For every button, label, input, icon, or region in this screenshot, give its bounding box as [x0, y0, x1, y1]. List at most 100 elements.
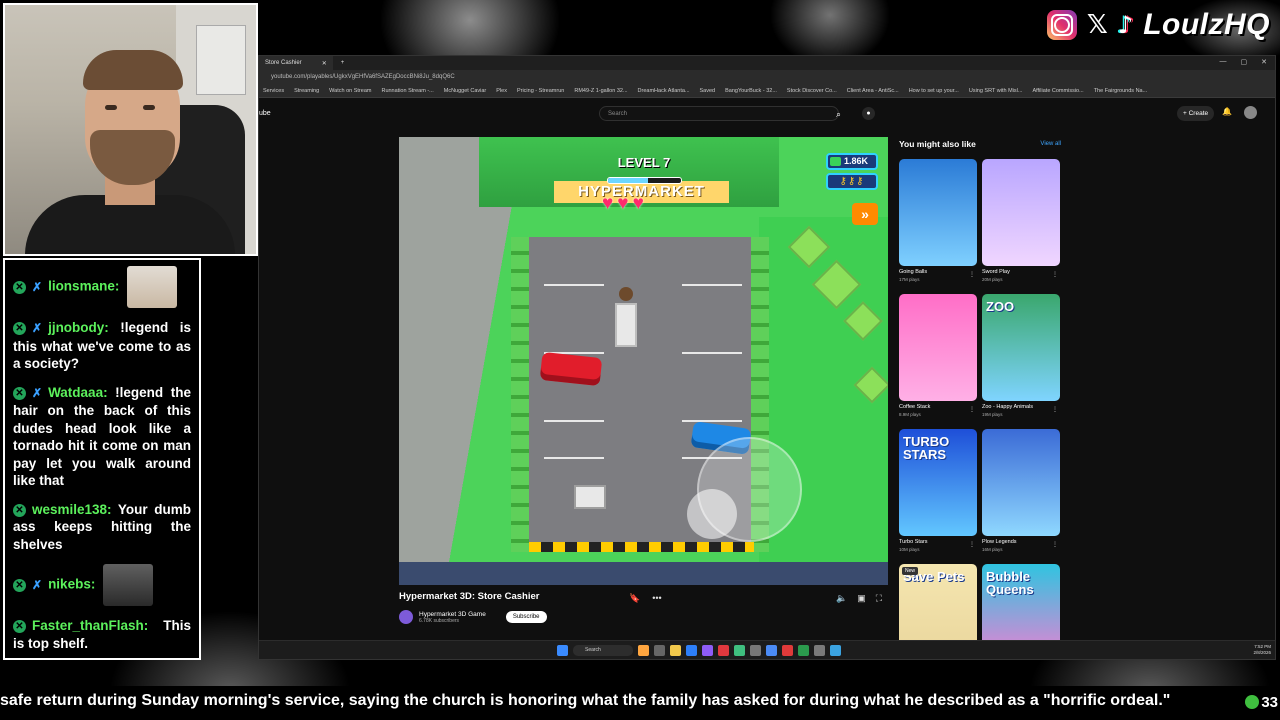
search-icon[interactable]: ⌕	[836, 109, 841, 120]
bookmark-item[interactable]: Streaming	[294, 88, 319, 94]
bookmark-item[interactable]: Watch on Stream	[329, 88, 371, 94]
close-window-icon[interactable]: ✕	[1261, 58, 1267, 66]
app-icon[interactable]	[782, 645, 793, 656]
play-count: 8.9M plays	[899, 412, 921, 417]
create-button[interactable]: + Create	[1177, 106, 1215, 121]
app-icon[interactable]	[798, 645, 809, 656]
chat-emote-image	[103, 564, 154, 606]
more-vertical-icon[interactable]: ⋮	[969, 406, 975, 413]
youtube-logo[interactable]: ube	[259, 110, 271, 117]
app-icon[interactable]	[734, 645, 745, 656]
app-icon[interactable]	[718, 645, 729, 656]
play-count: 16M plays	[982, 547, 1003, 552]
bookmark-item[interactable]: Stock Discover Co...	[787, 88, 837, 94]
subscribe-button[interactable]: Subscribe	[505, 611, 547, 623]
game-card[interactable]: Coffee Stack 8.9M plays ⋮	[899, 294, 977, 429]
game-canvas[interactable]: HYPERMARKET LEVEL 7 ♥ ♥ ♥ 1.86K ⚷⚷⚷ »	[399, 137, 888, 585]
more-vertical-icon[interactable]: ⋮	[969, 541, 975, 548]
game-card[interactable]: Plow Legends 16M plays ⋮	[982, 429, 1060, 564]
app-icon[interactable]	[830, 645, 841, 656]
game-card[interactable]: Going Balls 17M plays ⋮	[899, 159, 977, 294]
game-thumbnail[interactable]: ZOO	[982, 294, 1060, 401]
game-title[interactable]: Sword Play	[982, 269, 1060, 275]
bookmark-item[interactable]: Pricing - Streamrun	[517, 88, 564, 94]
game-title[interactable]: Zoo - Happy Animals	[982, 404, 1060, 410]
bookmark-item[interactable]: DreamHack Atlanta...	[638, 88, 690, 94]
game-title[interactable]: Coffee Stack	[899, 404, 977, 410]
game-title[interactable]: Turbo Stars	[899, 539, 977, 545]
game-title[interactable]: Plow Legends	[982, 539, 1060, 545]
search-input[interactable]: Search	[599, 106, 839, 121]
game-thumbnail[interactable]	[899, 294, 977, 401]
more-vertical-icon[interactable]: ⋮	[969, 271, 975, 278]
chat-message: ✕ Faster_thanFlash: This is top shelf.	[13, 617, 191, 652]
view-all-link[interactable]: View all	[1040, 141, 1061, 147]
miniplayer-icon[interactable]: ▣	[857, 593, 866, 604]
shopping-cart[interactable]	[574, 485, 606, 509]
new-tab-icon[interactable]: +	[341, 60, 345, 66]
mod-badge-icon: ✕	[13, 280, 26, 294]
more-vertical-icon[interactable]: ⋮	[1052, 271, 1058, 278]
bookmark-icon[interactable]: 🔖	[629, 593, 640, 604]
app-icon[interactable]	[654, 645, 665, 656]
taskbar-icons: Search	[557, 645, 841, 656]
heart-icon: ♥	[632, 193, 644, 214]
volume-icon[interactable]: 🔈	[836, 593, 847, 604]
bookmark-item[interactable]: RM49-Z 1-gallon 32...	[574, 88, 627, 94]
chat-message: ✕ ✗ Watdaaa: !legend the hair on the back …	[13, 384, 191, 490]
bookmark-item[interactable]: Using SRT with Misl...	[969, 88, 1023, 94]
chat-username: Faster_thanFlash:	[32, 618, 149, 633]
app-icon[interactable]	[814, 645, 825, 656]
bookmark-item[interactable]: Services	[263, 88, 284, 94]
video-title: Hypermarket 3D: Store Cashier	[399, 591, 540, 602]
youtube-header: ube Search ⌕ ● + Create 🔔	[259, 100, 1275, 130]
game-card[interactable]: TURBO STARS Turbo Stars 10M plays ⋮	[899, 429, 977, 564]
bookmark-item[interactable]: The Fairgrounds Na...	[1094, 88, 1148, 94]
account-avatar[interactable]	[1244, 106, 1257, 119]
windows-start-icon[interactable]	[557, 645, 568, 656]
channel-avatar[interactable]	[399, 610, 413, 624]
x-icon: 𝕏	[1086, 10, 1108, 40]
bookmark-item[interactable]: Saved	[700, 88, 716, 94]
app-icon[interactable]	[638, 645, 649, 656]
folder-icon[interactable]	[670, 645, 681, 656]
fast-forward-button[interactable]: »	[852, 203, 878, 225]
app-icon[interactable]	[750, 645, 761, 656]
joystick-knob[interactable]	[687, 489, 737, 539]
game-thumbnail[interactable]	[982, 429, 1060, 536]
more-vertical-icon[interactable]: ⋮	[1052, 541, 1058, 548]
close-tab-icon[interactable]: ✕	[322, 60, 327, 67]
notifications-bell-icon[interactable]: 🔔	[1222, 107, 1232, 116]
chat-username: jjnobody:	[48, 320, 109, 335]
game-thumbnail[interactable]	[982, 159, 1060, 266]
app-icon[interactable]	[702, 645, 713, 656]
minimize-icon[interactable]: —	[1220, 58, 1227, 66]
address-bar[interactable]: youtube.com/playables/UgkxVgEHfVa6fSAZEg…	[259, 70, 1275, 84]
maximize-icon[interactable]: ▢	[1241, 58, 1248, 66]
bookmark-item[interactable]: How to set up your...	[909, 88, 959, 94]
chat-panel: ✕ ✗ lionsmane: ✕ ✗ jjnobody: !legend is this…	[3, 258, 201, 660]
microphone-icon[interactable]: ●	[862, 107, 875, 120]
bookmark-item[interactable]: Affiliate Commissio...	[1032, 88, 1083, 94]
bookmark-item[interactable]: BangYourBuck - 32...	[725, 88, 777, 94]
url-text: youtube.com/playables/UgkxVgEHfVa6fSAZEg…	[271, 74, 455, 80]
game-thumbnail[interactable]	[899, 159, 977, 266]
bookmark-item[interactable]: Plex	[496, 88, 507, 94]
fullscreen-icon[interactable]: ⛶	[876, 593, 882, 604]
app-icon[interactable]	[686, 645, 697, 656]
taskbar-search[interactable]: Search	[573, 645, 633, 656]
bookmark-item[interactable]: McNugget Caviar	[444, 88, 487, 94]
tab-store-cashier[interactable]: Store Cashier ✕	[259, 56, 333, 70]
game-title[interactable]: Going Balls	[899, 269, 977, 275]
game-card[interactable]: Sword Play 20M plays ⋮	[982, 159, 1060, 294]
game-thumbnail[interactable]: TURBO STARS	[899, 429, 977, 536]
bookmark-item[interactable]: Runnation Stream -...	[381, 88, 433, 94]
game-card[interactable]: ZOO Zoo - Happy Animals 19M plays ⋮	[982, 294, 1060, 429]
bookmark-item[interactable]: Client Area - AntiSc...	[847, 88, 899, 94]
channel-name[interactable]: Hypermarket 3D Game	[419, 611, 486, 618]
heart-icon: ♥	[617, 193, 629, 214]
app-icon[interactable]	[766, 645, 777, 656]
more-vertical-icon[interactable]: ⋮	[1052, 406, 1058, 413]
chat-message: ✕ ✗ lionsmane:	[13, 266, 191, 308]
more-options-icon[interactable]: •••	[652, 593, 661, 604]
